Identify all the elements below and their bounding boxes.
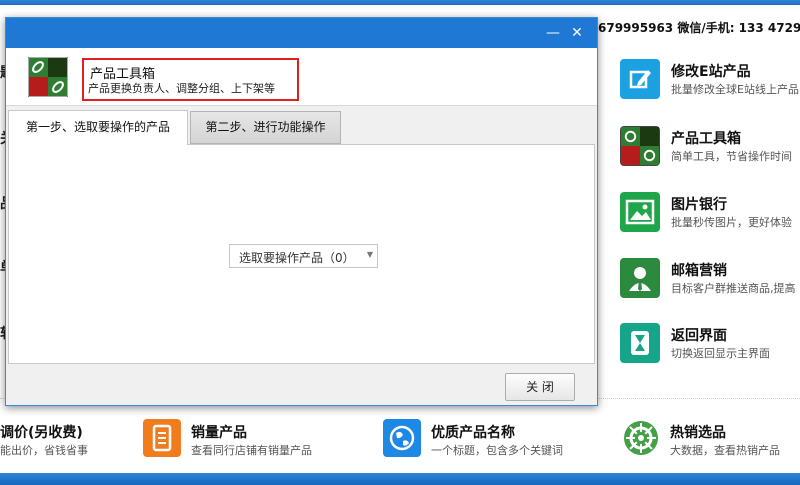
feature-edit-e-station-products[interactable]: 修改E站产品 批量修改全球E站线上产品 <box>620 59 800 103</box>
feature-desc: 一个标题，包含多个关键词 <box>431 444 563 457</box>
feature-title: 调价(另收费) <box>0 425 83 441</box>
hourglass-icon <box>620 323 660 363</box>
feature-title: 返回界面 <box>671 328 727 344</box>
feature-title: 修改E站产品 <box>671 64 751 80</box>
feature-title: 产品工具箱 <box>671 131 741 147</box>
close-button[interactable]: 关 闭 <box>505 373 575 401</box>
feature-title: 图片银行 <box>671 197 727 213</box>
feature-desc: 批量修改全球E站线上产品 <box>671 83 799 96</box>
feature-product-toolbox[interactable]: 产品工具箱 简单工具，节省操作时间 <box>620 126 800 170</box>
dialog-header: 产品工具箱 产品更换负责人、调整分组、上下架等 <box>6 48 597 106</box>
feature-title: 热销选品 <box>670 425 726 441</box>
feature-return-main[interactable]: 返回界面 切换返回显示主界面 <box>620 323 800 367</box>
dropdown-value: 选取要操作产品（0） <box>239 251 355 265</box>
product-toolbox-dialog: — ✕ 产品工具箱 产品更换负责人、调整分组、上下架等 第一步、选取要操作的产品… <box>5 17 598 406</box>
tab-step-two[interactable]: 第二步、进行功能操作 <box>190 111 341 144</box>
edit-icon <box>620 59 660 99</box>
step-tabs: 第一步、选取要操作的产品 第二步、进行功能操作 <box>6 107 597 145</box>
toolbox-icon <box>27 56 69 98</box>
tab-step-one[interactable]: 第一步、选取要操作的产品 <box>8 110 188 145</box>
feature-email-marketing[interactable]: 邮箱营销 目标客户群推送商品,提高 <box>620 258 800 302</box>
feature-desc: 大数据，查看热销产品 <box>670 444 780 457</box>
contact-info: 679995963 微信/手机: 133 4729 7 <box>598 21 800 35</box>
notebook-icon <box>143 419 181 457</box>
select-products-dropdown[interactable]: 选取要操作产品（0） ▼ <box>229 244 378 268</box>
toolbox-icon <box>620 126 660 166</box>
feature-desc: 查看同行店铺有销量产品 <box>191 444 312 457</box>
feature-desc: 目标客户群推送商品,提高 <box>671 282 796 295</box>
feature-title: 销量产品 <box>191 425 247 441</box>
feature-desc: 简单工具，节省操作时间 <box>671 150 792 163</box>
feature-desc: 能出价，省钱省事 <box>0 444 88 457</box>
feature-desc: 切换返回显示主界面 <box>671 347 770 360</box>
user-icon <box>620 258 660 298</box>
feature-image-bank[interactable]: 图片银行 批量秒传图片，更好体验 <box>620 192 800 236</box>
tab-panel: 选取要操作产品（0） ▼ <box>8 144 595 364</box>
background-window-titlebar <box>0 0 800 5</box>
feature-title: 邮箱营销 <box>671 263 727 279</box>
chevron-down-icon: ▼ <box>366 250 373 259</box>
dialog-footer: 关 闭 <box>6 365 597 405</box>
image-icon <box>620 192 660 232</box>
wheel-icon <box>622 419 660 457</box>
header-highlight-box: 产品工具箱 产品更换负责人、调整分组、上下架等 <box>82 58 299 101</box>
feature-title: 优质产品名称 <box>431 425 515 441</box>
minimize-button[interactable]: — <box>543 23 563 43</box>
feature-desc: 批量秒传图片，更好体验 <box>671 216 792 229</box>
background-taskbar <box>0 473 800 485</box>
dialog-subtitle: 产品更换负责人、调整分组、上下架等 <box>88 82 275 95</box>
globe-icon <box>383 419 421 457</box>
dialog-titlebar[interactable]: — ✕ <box>6 18 597 48</box>
close-icon[interactable]: ✕ <box>567 23 587 43</box>
